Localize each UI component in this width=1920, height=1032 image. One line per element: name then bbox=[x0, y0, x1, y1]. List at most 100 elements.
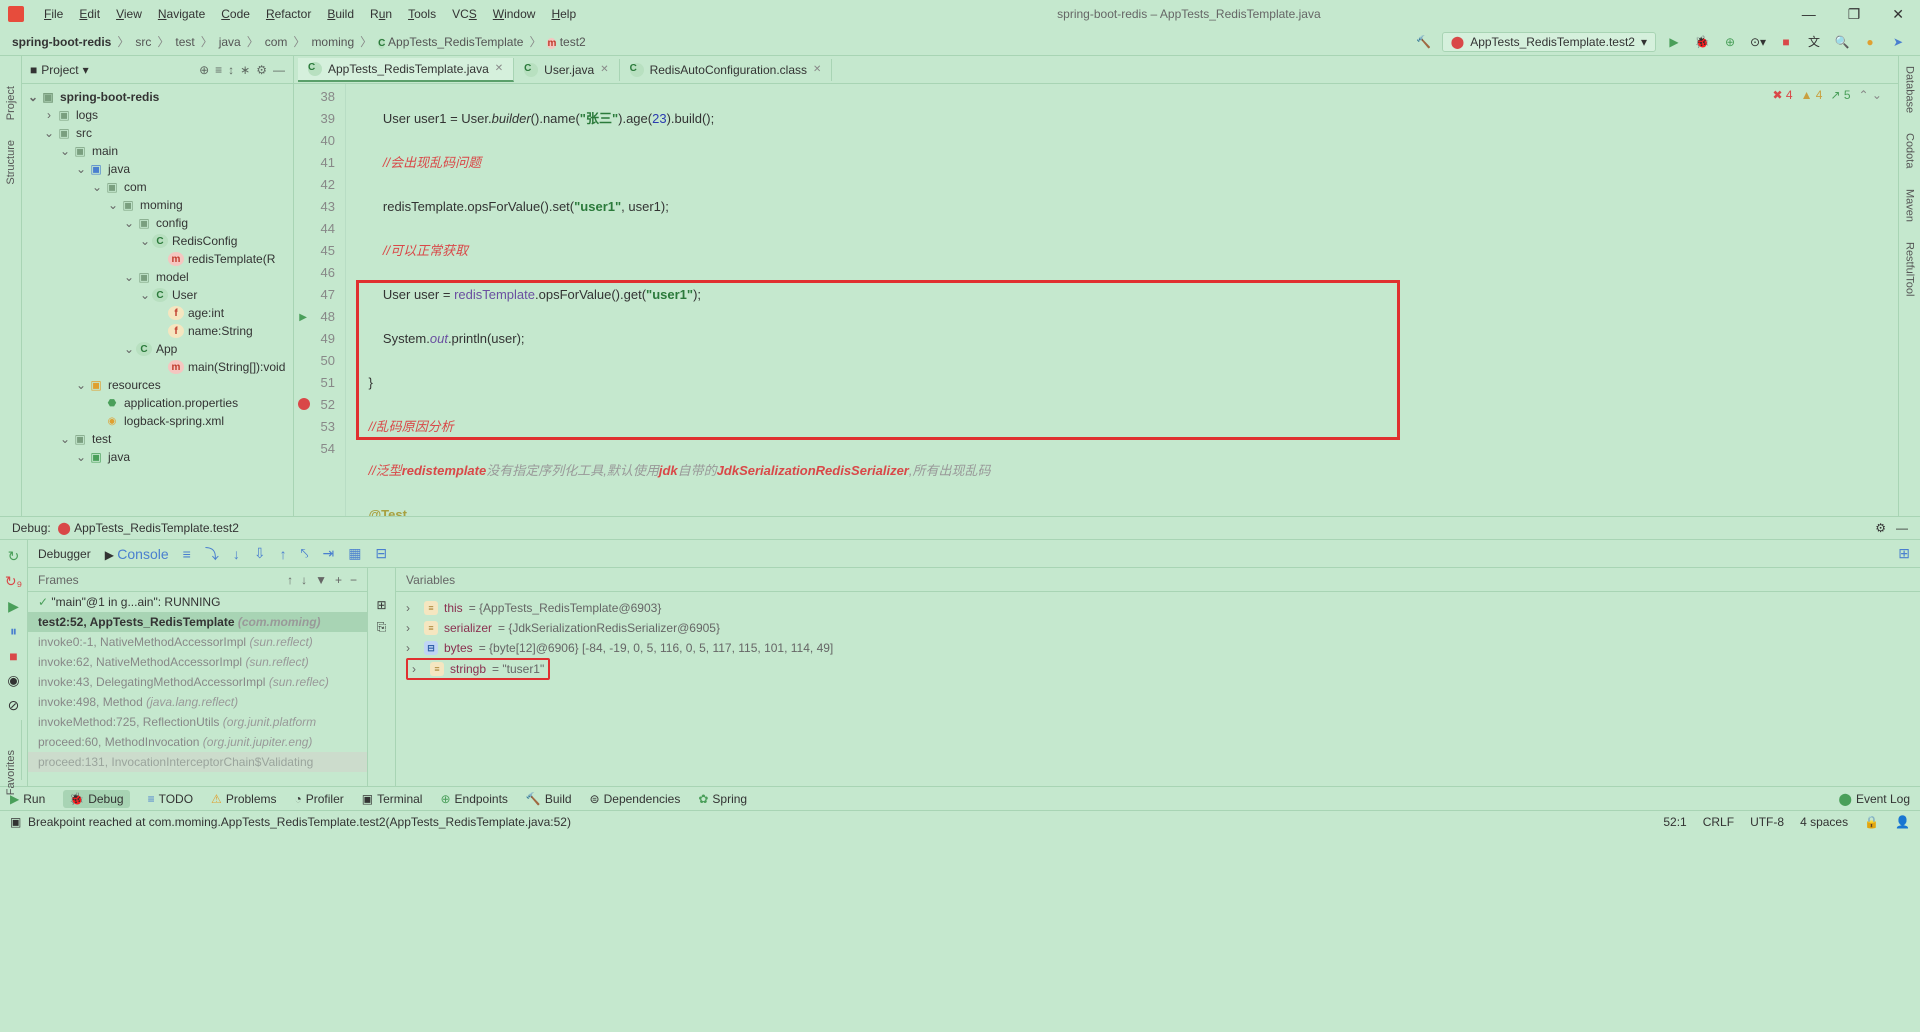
status-indicator-icon[interactable]: ▣ bbox=[10, 815, 21, 829]
tool-endpoints[interactable]: ⊕Endpoints bbox=[440, 792, 507, 806]
variables-list[interactable]: ›≡this = {AppTests_RedisTemplate@6903} ›… bbox=[396, 592, 1920, 786]
editor-body[interactable]: ✖ 4 ▲ 4 ↗ 5 ⌃ ⌄ 38 39 40 41 42 43 44 45 … bbox=[294, 84, 1898, 516]
gutter[interactable]: 38 39 40 41 42 43 44 45 46 47 48 49 50 5… bbox=[294, 84, 346, 516]
rail-database[interactable]: Database bbox=[1904, 66, 1916, 113]
rail-codota[interactable]: Codota bbox=[1904, 133, 1916, 168]
breadcrumb[interactable]: spring-boot-redis〉 src〉 test〉 java〉 com〉… bbox=[12, 33, 586, 50]
frame-item[interactable]: invoke0:-1, NativeMethodAccessorImpl (su… bbox=[28, 632, 367, 652]
trace-icon[interactable]: ⊟ bbox=[375, 545, 387, 562]
var-item[interactable]: ›≡this = {AppTests_RedisTemplate@6903} bbox=[406, 598, 1910, 618]
line-ending[interactable]: CRLF bbox=[1703, 815, 1734, 829]
gear-icon[interactable]: ⚙ bbox=[1875, 521, 1886, 535]
run-icon[interactable]: ▶ bbox=[1664, 32, 1684, 52]
menu-view[interactable]: View bbox=[108, 5, 150, 23]
frame-thread[interactable]: "main"@1 in g...ain": RUNNING bbox=[28, 592, 367, 612]
resume-icon[interactable]: ▶ bbox=[8, 598, 19, 615]
tool-terminal[interactable]: ▣Terminal bbox=[362, 792, 423, 806]
expand-icon[interactable]: ≡ bbox=[215, 63, 222, 77]
step-out-icon[interactable]: ↑ bbox=[280, 546, 287, 562]
rerun-icon[interactable]: ↻ bbox=[8, 548, 20, 565]
tool-debug[interactable]: 🐞Debug bbox=[63, 790, 129, 808]
attach-icon[interactable]: ⊙▾ bbox=[1748, 32, 1768, 52]
translate-icon[interactable]: 文 bbox=[1804, 32, 1824, 52]
tool-build[interactable]: 🔨Build bbox=[526, 792, 572, 806]
remove-icon[interactable]: − bbox=[350, 573, 357, 587]
event-log[interactable]: ⬤Event Log bbox=[1839, 792, 1910, 806]
hide-debug-icon[interactable]: — bbox=[1896, 521, 1908, 535]
frame-item[interactable]: invoke:62, NativeMethodAccessorImpl (sun… bbox=[28, 652, 367, 672]
var-item-highlighted[interactable]: ›≡stringb = "��򾀅t򾀅user1" bbox=[406, 658, 550, 680]
rail-restful[interactable]: RestfulTool bbox=[1904, 242, 1916, 296]
force-into-icon[interactable]: ⇩ bbox=[254, 545, 266, 562]
drop-frame-icon[interactable]: ⤣ bbox=[301, 545, 309, 562]
frame-item[interactable]: invoke:498, Method (java.lang.reflect) bbox=[28, 692, 367, 712]
coverage-icon[interactable]: ⊕ bbox=[1720, 32, 1740, 52]
filter-icon[interactable]: ▼ bbox=[315, 573, 327, 587]
frame-item[interactable]: proceed:131, InvocationInterceptorChain$… bbox=[28, 752, 367, 772]
debug-icon[interactable]: 🐞 bbox=[1692, 32, 1712, 52]
prev-frame-icon[interactable]: ↑ bbox=[287, 573, 293, 587]
rail-maven[interactable]: Maven bbox=[1904, 189, 1916, 222]
rail-favorites[interactable]: Favorites bbox=[5, 750, 17, 795]
minimize-button[interactable]: — bbox=[1794, 6, 1824, 23]
sort-icon[interactable]: ↕ bbox=[228, 63, 234, 77]
var-item[interactable]: ›⊟bytes = {byte[12]@6906} [-84, -19, 0, … bbox=[406, 638, 1910, 658]
menu-code[interactable]: Code bbox=[213, 5, 258, 23]
menu-edit[interactable]: Edit bbox=[71, 5, 108, 23]
tab-console[interactable]: ▶ Console bbox=[105, 546, 169, 562]
rerun-failed-icon[interactable]: ↻₉ bbox=[5, 573, 22, 590]
stop-icon[interactable]: ■ bbox=[9, 648, 17, 664]
project-panel-title[interactable]: ■ Project ▾ bbox=[30, 63, 89, 77]
pause-icon[interactable]: ⏸ bbox=[10, 623, 17, 640]
code-content[interactable]: User user1 = User.builder().name("张三").a… bbox=[346, 84, 1898, 516]
frame-item[interactable]: proceed:60, MethodInvocation (org.junit.… bbox=[28, 732, 367, 752]
next-frame-icon[interactable]: ↓ bbox=[301, 573, 307, 587]
menu-vcs[interactable]: VCS bbox=[444, 5, 485, 23]
tool-dependencies[interactable]: ⊜Dependencies bbox=[590, 792, 681, 806]
inspections-widget[interactable]: ✖ 4 ▲ 4 ↗ 5 ⌃ ⌄ bbox=[1772, 88, 1882, 102]
debug-config-name[interactable]: AppTests_RedisTemplate.test2 bbox=[74, 521, 239, 535]
menu-help[interactable]: Help bbox=[543, 5, 584, 23]
indent[interactable]: 4 spaces bbox=[1800, 815, 1848, 829]
step-over-icon[interactable]: ⤵ bbox=[205, 544, 219, 564]
var-item[interactable]: ›≡serializer = {JdkSerializationRedisSer… bbox=[406, 618, 1910, 638]
encoding[interactable]: UTF-8 bbox=[1750, 815, 1784, 829]
tab-redisauto[interactable]: CRedisAutoConfiguration.class✕ bbox=[620, 59, 833, 81]
menu-window[interactable]: Window bbox=[485, 5, 544, 23]
menu-run[interactable]: Run bbox=[362, 5, 400, 23]
layout-icon[interactable]: ⊞ bbox=[1898, 545, 1910, 561]
add-icon[interactable]: + bbox=[335, 573, 342, 587]
mute-icon[interactable]: ⊘ bbox=[8, 697, 20, 714]
close-icon[interactable]: ✕ bbox=[600, 64, 608, 75]
breakpoints-icon[interactable]: ◉ bbox=[7, 672, 19, 689]
frame-current[interactable]: test2:52, AppTests_RedisTemplate (com.mo… bbox=[28, 612, 367, 632]
frames-list[interactable]: "main"@1 in g...ain": RUNNING test2:52, … bbox=[28, 592, 367, 786]
tool-spring[interactable]: ✿Spring bbox=[698, 792, 747, 806]
tab-debugger[interactable]: Debugger bbox=[38, 547, 91, 561]
restore-layout-icon[interactable]: ⊞ bbox=[376, 598, 386, 612]
maximize-button[interactable]: ❐ bbox=[1840, 6, 1869, 23]
rail-project[interactable]: Project bbox=[5, 86, 17, 120]
project-tree[interactable]: ⌄▣spring-boot-redis ›▣logs ⌄▣src ⌄▣main … bbox=[22, 84, 293, 516]
tool-todo[interactable]: ≡TODO bbox=[148, 792, 193, 806]
close-icon[interactable]: ✕ bbox=[813, 64, 821, 75]
search-icon[interactable]: 🔍 bbox=[1832, 32, 1852, 52]
tab-apptests[interactable]: CAppTests_RedisTemplate.java✕ bbox=[298, 58, 514, 82]
lock-icon[interactable]: 🔒 bbox=[1864, 815, 1879, 829]
stop-icon[interactable]: ■ bbox=[1776, 32, 1796, 52]
filter-icon[interactable]: ∗ bbox=[240, 63, 250, 77]
menu-file[interactable]: File bbox=[36, 5, 71, 23]
hammer-icon[interactable]: 🔨 bbox=[1414, 32, 1434, 52]
collapse-icon[interactable]: ⊕ bbox=[199, 63, 209, 77]
nav-icon[interactable]: ➤ bbox=[1888, 32, 1908, 52]
inspector-icon[interactable]: 👤 bbox=[1895, 815, 1910, 829]
tab-user[interactable]: CUser.java✕ bbox=[514, 59, 619, 81]
step-filters-icon[interactable]: ≡ bbox=[183, 546, 191, 562]
frame-item[interactable]: invoke:43, DelegatingMethodAccessorImpl … bbox=[28, 672, 367, 692]
menu-tools[interactable]: Tools bbox=[400, 5, 444, 23]
evaluate-icon[interactable]: ▦ bbox=[348, 545, 361, 562]
run-to-cursor-icon[interactable]: ⇥ bbox=[322, 545, 334, 562]
tool-problems[interactable]: ⚠Problems bbox=[211, 792, 276, 806]
frame-item[interactable]: invokeMethod:725, ReflectionUtils (org.j… bbox=[28, 712, 367, 732]
menu-build[interactable]: Build bbox=[319, 5, 362, 23]
